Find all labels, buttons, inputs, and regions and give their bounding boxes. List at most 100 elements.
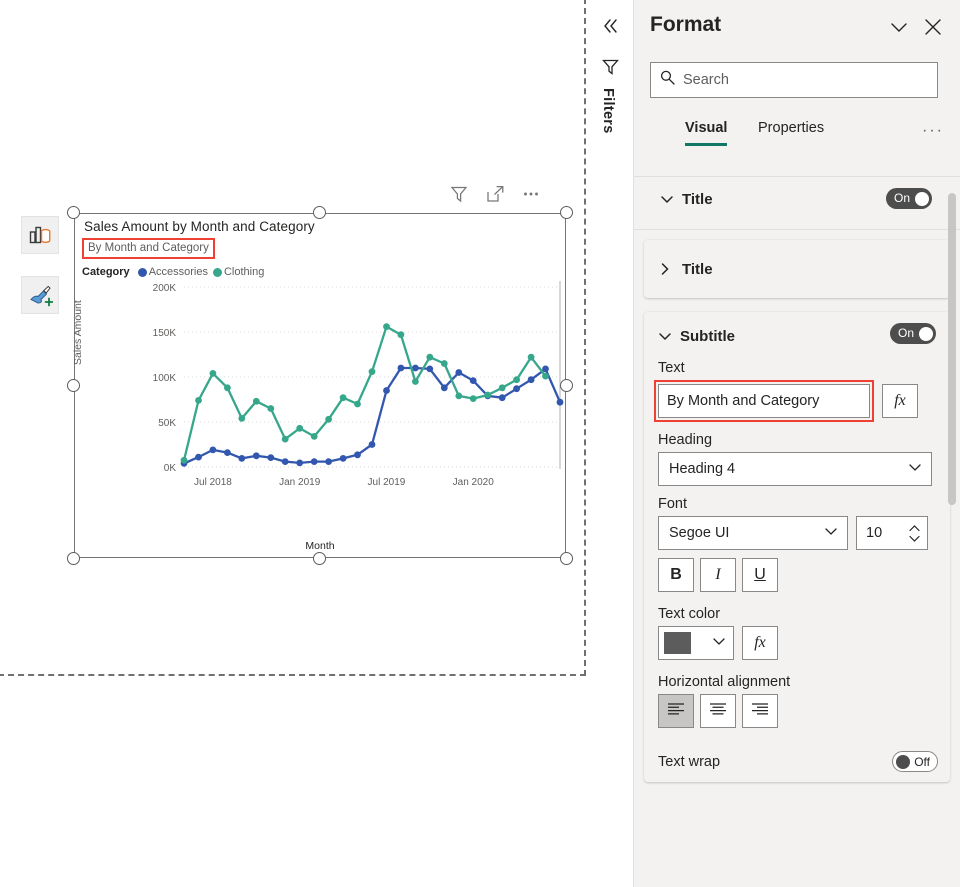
data-point-accessories[interactable] [455, 369, 463, 376]
data-point-clothing[interactable] [252, 397, 260, 405]
data-point-accessories[interactable] [224, 449, 231, 456]
data-point-accessories[interactable] [397, 364, 405, 372]
data-point-accessories[interactable] [498, 394, 506, 402]
subcard-subtitle[interactable]: Subtitle On Text By Month and Category f… [644, 312, 950, 782]
data-point-clothing[interactable] [527, 353, 535, 361]
data-point-accessories[interactable] [383, 387, 390, 394]
subtitle-text-fx-button[interactable]: fx [882, 384, 918, 418]
format-pane-body[interactable]: Title On Title Subtitle On Text By Month… [634, 177, 960, 887]
subcard-title[interactable]: Title [644, 240, 950, 298]
subtitle-font-size-stepper[interactable]: 10 [856, 516, 928, 550]
resize-handle-top-right[interactable] [560, 206, 573, 219]
data-point-clothing[interactable] [339, 394, 347, 402]
chart-legend[interactable]: Category Accessories Clothing [82, 266, 264, 278]
data-point-accessories[interactable] [426, 365, 434, 373]
subtitle-font-family-dropdown[interactable]: Segoe UI [658, 516, 848, 550]
data-point-clothing[interactable] [484, 391, 492, 399]
change-visual-type-button[interactable] [21, 216, 59, 254]
resize-handle-bottom-right[interactable] [560, 552, 573, 565]
data-point-accessories[interactable] [209, 446, 217, 454]
data-point-clothing[interactable] [281, 435, 289, 443]
italic-button[interactable]: I [700, 558, 736, 592]
chevron-double-left-icon[interactable] [597, 13, 623, 39]
data-point-accessories[interactable] [252, 452, 260, 460]
data-point-clothing[interactable] [224, 384, 231, 392]
data-point-clothing[interactable] [469, 395, 477, 402]
data-point-accessories[interactable] [469, 377, 477, 384]
align-left-button[interactable] [658, 694, 694, 728]
data-point-accessories[interactable] [354, 451, 361, 459]
data-point-accessories[interactable] [527, 376, 535, 384]
legend-item-accessories[interactable]: Accessories [137, 266, 208, 278]
data-point-clothing[interactable] [296, 424, 304, 432]
tab-visual[interactable]: Visual [685, 120, 728, 146]
format-pane-tabs[interactable]: Visual Properties ··· [650, 120, 942, 158]
card-title-header[interactable]: Title On [650, 177, 944, 221]
resize-handle-top-left[interactable] [67, 206, 80, 219]
data-point-accessories[interactable] [440, 384, 448, 392]
line-chart-plot[interactable]: 0K 50K 100K 150K 200K Jul 2018 Jan 2019 Jul 201… [74, 281, 566, 541]
series-line-clothing[interactable] [182, 325, 547, 462]
data-point-accessories[interactable] [296, 459, 304, 467]
subcard-title-header[interactable]: Title [644, 240, 950, 298]
data-point-clothing[interactable] [397, 331, 405, 339]
chevron-down-icon[interactable] [886, 14, 912, 40]
data-point-accessories[interactable] [368, 441, 376, 448]
visual-header-toolbar[interactable] [448, 183, 542, 205]
align-right-button[interactable] [742, 694, 778, 728]
data-point-clothing[interactable] [180, 456, 188, 464]
data-point-clothing[interactable] [455, 392, 463, 400]
data-point-clothing[interactable] [426, 353, 434, 361]
bold-button[interactable]: B [658, 558, 694, 592]
data-point-accessories[interactable] [267, 454, 275, 461]
data-point-accessories[interactable] [281, 458, 289, 465]
data-point-clothing[interactable] [383, 323, 390, 330]
underline-button[interactable]: U [742, 558, 778, 592]
data-point-clothing[interactable] [267, 405, 275, 412]
data-point-clothing[interactable] [195, 397, 202, 404]
data-point-accessories[interactable] [339, 455, 347, 462]
subtitle-toggle[interactable]: On [890, 323, 936, 344]
pane-more-options-icon[interactable]: ··· [922, 122, 944, 140]
data-point-clothing[interactable] [412, 378, 419, 385]
subtitle-heading-dropdown[interactable]: Heading 4 [658, 452, 932, 486]
data-point-accessories[interactable] [556, 398, 564, 406]
resize-handle-bottom-center[interactable] [313, 552, 326, 565]
selected-visual[interactable]: Sales Amount by Month and Category By Mo… [67, 206, 573, 565]
report-canvas[interactable]: Sales Amount by Month and Category By Mo… [0, 0, 586, 887]
resize-handle-middle-left[interactable] [67, 379, 80, 392]
data-point-accessories[interactable] [325, 458, 332, 465]
data-point-clothing[interactable] [354, 400, 361, 408]
tab-properties[interactable]: Properties [758, 120, 824, 143]
filters-pane-collapsed[interactable]: Filters [586, 0, 634, 887]
resize-handle-bottom-left[interactable] [67, 552, 80, 565]
more-options-icon[interactable] [520, 183, 542, 205]
data-point-clothing[interactable] [498, 384, 506, 392]
data-point-clothing[interactable] [368, 368, 376, 375]
format-pane-scrollbar[interactable] [948, 193, 956, 505]
resize-handle-middle-right[interactable] [560, 379, 573, 392]
search-input[interactable]: Search [650, 62, 938, 98]
chevron-down-icon[interactable] [658, 329, 672, 343]
data-point-clothing[interactable] [513, 376, 520, 384]
format-pane[interactable]: Format Search Visual Properties ··· Titl… [634, 0, 960, 887]
filter-funnel-icon[interactable] [600, 56, 620, 76]
data-point-clothing[interactable] [440, 360, 448, 367]
subtitle-text-color-picker[interactable] [658, 626, 734, 660]
subtitle-text-input[interactable]: By Month and Category [658, 384, 870, 418]
chevron-down-icon[interactable] [660, 192, 674, 206]
data-point-clothing[interactable] [325, 415, 332, 423]
format-painter-button[interactable] [21, 276, 59, 314]
data-point-clothing[interactable] [542, 372, 549, 380]
chevron-right-icon[interactable] [658, 262, 672, 276]
data-point-accessories[interactable] [238, 455, 246, 462]
title-toggle[interactable]: On [886, 188, 932, 209]
align-center-button[interactable] [700, 694, 736, 728]
card-title[interactable]: Title On [650, 177, 944, 221]
data-point-clothing[interactable] [209, 370, 217, 377]
subcard-subtitle-header[interactable]: Subtitle On [644, 312, 950, 360]
data-point-clothing[interactable] [238, 415, 246, 422]
resize-handle-top-center[interactable] [313, 206, 326, 219]
legend-item-clothing[interactable]: Clothing [212, 266, 264, 278]
subtitle-text-color-fx-button[interactable]: fx [742, 626, 778, 660]
